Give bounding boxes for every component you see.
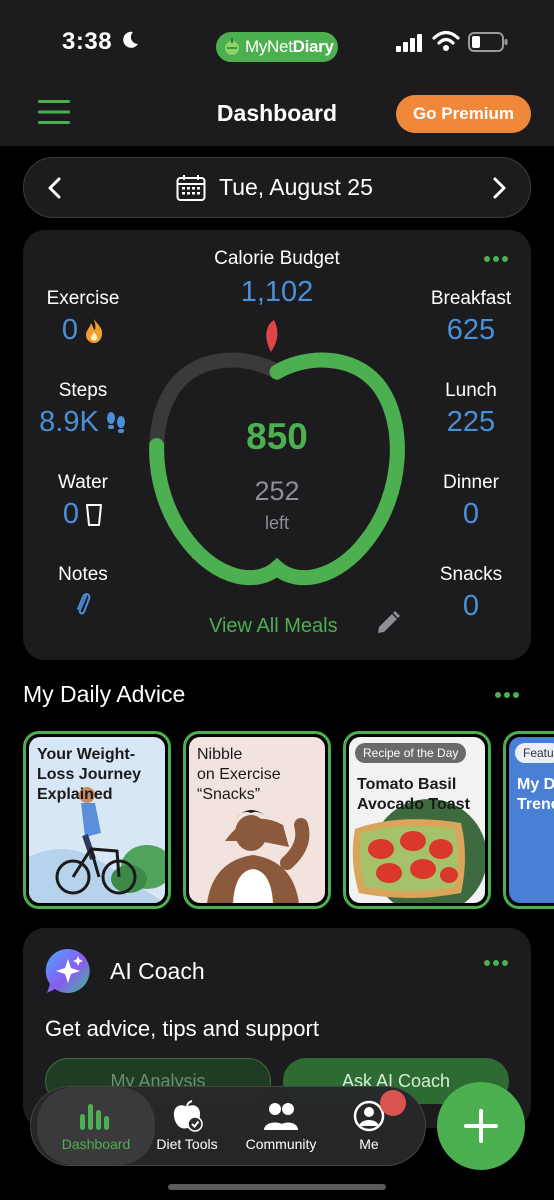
ai-coach-title: AI Coach <box>110 958 205 984</box>
notes-stat[interactable]: Notes <box>23 564 143 618</box>
water-label: Water <box>58 472 108 493</box>
app-badge[interactable]: MyNetDiary <box>216 32 338 62</box>
tab-label: Community <box>245 1136 317 1152</box>
dinner-stat[interactable]: Dinner 0 <box>411 472 531 531</box>
calorie-progress-arc <box>149 352 405 586</box>
snacks-label: Snacks <box>439 564 503 585</box>
view-all-meals-link[interactable]: View All Meals <box>209 615 338 638</box>
home-indicator <box>168 1184 386 1190</box>
advice-card-title: Nibble on Exercise “Snacks” <box>197 746 281 803</box>
exercise-value: 0 <box>61 314 79 346</box>
advice-more-icon[interactable] <box>494 691 520 699</box>
advice-carousel[interactable]: Your Weight- Loss Journey Explained Nibb… <box>23 731 554 909</box>
pencil-edit-icon[interactable] <box>375 610 401 636</box>
ai-sparkle-icon <box>45 948 90 993</box>
coach-more-icon[interactable] <box>483 959 509 967</box>
app-logo-icon <box>225 38 239 55</box>
breakfast-label: Breakfast <box>430 288 512 309</box>
next-day-chevron-icon[interactable] <box>488 176 510 200</box>
notes-label: Notes <box>58 564 108 585</box>
calorie-dashboard-card: Calorie Budget 1,102 850 252 left Exerci… <box>23 230 531 660</box>
tab-dashboard[interactable]: Dashboard <box>37 1087 155 1165</box>
add-entry-button[interactable] <box>437 1082 525 1170</box>
tab-diet-tools[interactable]: Diet Tools <box>149 1087 225 1165</box>
app-name: MyNetDiary <box>245 37 334 56</box>
ai-coach-subtitle: Get advice, tips and support <box>45 1016 319 1041</box>
lunch-label: Lunch <box>445 380 497 401</box>
advice-card[interactable]: Nibble on Exercise “Snacks” <box>183 731 331 909</box>
tab-label: Dashboard <box>61 1136 131 1152</box>
recipe-badge: Recipe of the Day <box>355 743 467 763</box>
footsteps-icon <box>106 411 125 433</box>
bottom-tab-bar: Dashboard Diet Tools Community Me <box>30 1086 426 1166</box>
breakfast-value: 625 <box>446 314 496 346</box>
notification-badge <box>380 1090 406 1116</box>
apple-check-icon <box>173 1100 203 1132</box>
status-bar: 3:38 MyNetDiary <box>0 0 554 90</box>
battery-icon <box>468 32 508 52</box>
water-value: 0 <box>62 498 80 530</box>
signal-icon <box>396 34 422 52</box>
flame-icon <box>86 318 103 343</box>
tab-label: Diet Tools <box>156 1136 218 1152</box>
water-glass-icon <box>86 503 103 526</box>
advice-card[interactable]: Your Weight- Loss Journey Explained <box>23 731 171 909</box>
tab-label: Me <box>359 1136 379 1152</box>
exercise-label: Exercise <box>46 288 120 309</box>
apple-stem-icon <box>266 320 278 352</box>
dinner-value: 0 <box>462 498 480 530</box>
go-premium-button[interactable]: Go Premium <box>396 95 531 133</box>
steps-label: Steps <box>58 380 108 401</box>
community-people-icon <box>264 1103 298 1130</box>
calendar-icon[interactable] <box>176 174 206 202</box>
tab-community[interactable]: Community <box>231 1087 331 1165</box>
moon-icon <box>123 31 138 48</box>
plus-icon <box>464 1109 498 1143</box>
advice-card-title: Tomato Basil Avocado Toast <box>357 776 470 813</box>
status-time: 3:38 <box>62 28 113 55</box>
daily-advice-heading: My Daily Advice <box>23 681 186 707</box>
steps-value: 8.9K <box>39 406 99 438</box>
wifi-icon <box>432 30 460 51</box>
advice-card-title: Your Weight- Loss Journey Explained <box>37 746 142 803</box>
advice-card[interactable]: Recipe of the Day Tomato Basil Avocado T… <box>343 731 491 909</box>
current-date[interactable]: Tue, August 25 <box>219 174 373 201</box>
date-navigator: Tue, August 25 <box>23 157 531 218</box>
paperclip-icon <box>77 593 91 615</box>
advice-card[interactable]: Featu My D Trenc <box>503 731 554 909</box>
dinner-label: Dinner <box>443 472 499 493</box>
app-header: Dashboard Go Premium <box>0 90 554 146</box>
breakfast-stat[interactable]: Breakfast 625 <box>411 288 531 347</box>
featured-badge: Featu <box>515 743 554 763</box>
snacks-value: 0 <box>462 590 480 622</box>
snacks-stat[interactable]: Snacks 0 <box>411 564 531 623</box>
lunch-stat[interactable]: Lunch 225 <box>411 380 531 439</box>
steps-stat[interactable]: Steps 8.9K <box>23 380 143 439</box>
lunch-value: 225 <box>446 406 496 438</box>
advice-card-title: My D Trenc <box>517 776 554 813</box>
water-stat[interactable]: Water 0 <box>23 472 143 531</box>
previous-day-chevron-icon[interactable] <box>44 176 66 200</box>
calorie-budget-label: Calorie Budget <box>214 248 340 269</box>
exercise-stat[interactable]: Exercise 0 <box>23 288 143 347</box>
bar-chart-icon <box>80 1104 109 1130</box>
